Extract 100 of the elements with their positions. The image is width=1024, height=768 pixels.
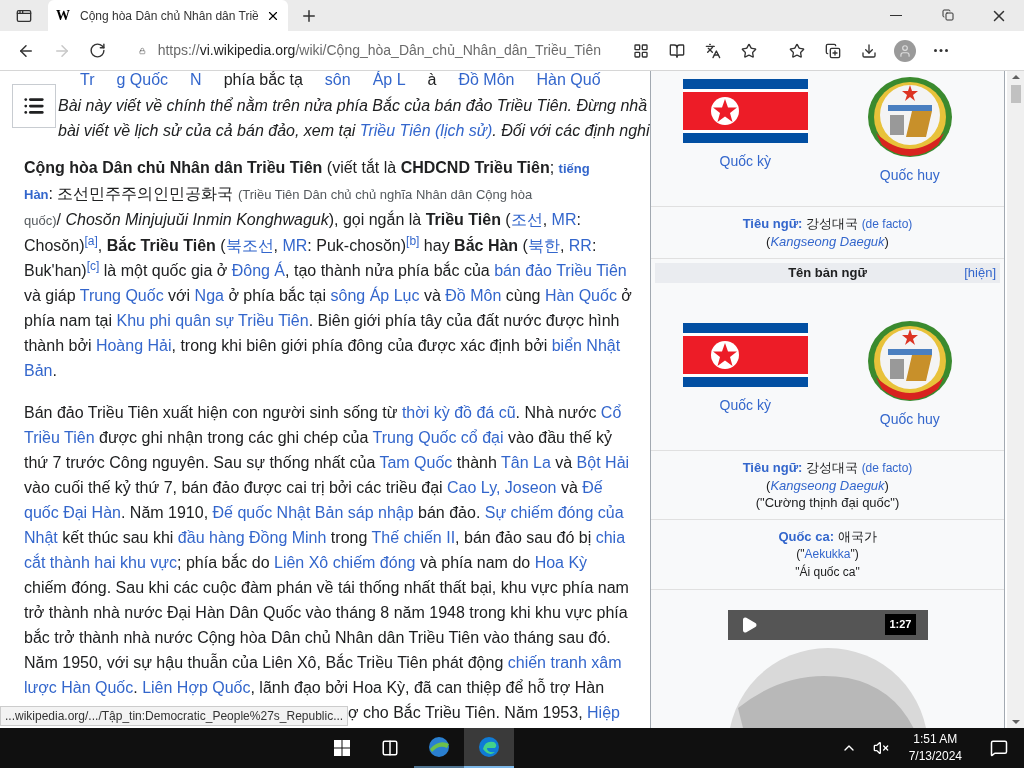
link[interactable]: Tân La	[501, 454, 551, 471]
link[interactable]: Nga	[194, 287, 224, 304]
link[interactable]: tiếng	[558, 161, 590, 176]
link[interactable]: g Quốc	[116, 71, 169, 88]
link[interactable]: Tam Quốc	[379, 454, 453, 471]
reader-icon	[669, 42, 685, 59]
collections-icon	[825, 42, 841, 59]
link[interactable]: Hàn Quốc	[544, 287, 617, 304]
windows-start-icon[interactable]	[334, 740, 351, 756]
flag-caption[interactable]: Quốc kỳ	[719, 151, 771, 172]
browser-tab[interactable]: W Cộng hòa Dân chủ Nhân dân Triề	[48, 0, 288, 31]
link[interactable]: Triều Tiên (lịch sử)	[359, 122, 493, 139]
footnote-link[interactable]: [a]	[84, 234, 98, 248]
link[interactable]: Liên Xô chiếm đóng	[274, 554, 416, 571]
link[interactable]: Cao Ly, Joseon	[447, 479, 557, 496]
paragraph: Cộng hòa Dân chủ Nhân dân Triều Tiên (viết tắt là CHDCND Triều Tiên; tiếng Hàn: 조선민주주의인민공화국 (Triều Tiên Dân chủ chủ nghĩa Nhân dân Cộng hòa quốc)/ Chosŏn Minjujuŭi Inmin Konghwaguk), gọi ngắn là Triều Tiên (조선, MR: Chosŏn)$^{[a]}$, Bắc Triều Tiên (북조선, MR: Puk-chosŏn)$^{[b]}$ hay Bắc Hàn (북한, RR: Buk'han)$^{[c]}$ là một quốc gia ở Đông Á, tạo thành nửa phía bắc của bán đảo Triều Tiên và giáp Trung Quốc với Nga ở phía bắc tại sông Áp Lục và Đồ Môn cùng Hàn Quốc ở phía nam tại Khu phi quân sự Triều Tiên. Biên giới phía tây của đất nước được hình thành bởi Hoàng Hải, trong khi biên giới phía đông của được xác định bởi biển Nhật Bản.	[24, 157, 633, 381]
link[interactable]: chiến tranh xâm	[507, 654, 622, 671]
link[interactable]: Đế quốc Nhật Bản sáp nhập	[212, 504, 414, 521]
link[interactable]: Tiêu ngữ:	[742, 216, 803, 231]
wikipedia-favicon: W	[56, 7, 71, 25]
link[interactable]: Nhật	[24, 529, 58, 546]
add-favorite-icon	[741, 42, 757, 59]
link[interactable]: Đồ Môn	[458, 71, 515, 88]
menu-icon	[23, 95, 45, 117]
footnote-link[interactable]: [c]	[86, 259, 100, 273]
link[interactable]: Liên Hợp Quốc	[142, 679, 251, 696]
link[interactable]: Kangseong Daeguk	[770, 234, 885, 249]
duration: 1:27	[885, 614, 916, 635]
read-aloud-icon	[705, 42, 721, 59]
scrollbar[interactable]	[1007, 71, 1024, 728]
profile-icon[interactable]	[894, 39, 916, 62]
footnote-link[interactable]: [b]	[406, 234, 420, 248]
scroll-thumb[interactable]	[1010, 85, 1021, 103]
link[interactable]: đầu hàng Đồng Minh	[177, 529, 327, 546]
notifications-icon	[990, 739, 1008, 757]
link[interactable]: (de facto)	[861, 217, 913, 231]
link[interactable]: Hoàng Hải	[95, 337, 172, 354]
link[interactable]: 북조선	[225, 237, 274, 254]
flag-image[interactable]	[682, 322, 808, 387]
header-title: Tên bản ngữ	[788, 264, 867, 282]
link[interactable]: Hàn Quố	[536, 71, 601, 88]
new-tab-icon	[300, 7, 318, 25]
infobox-text: Tiêu ngữ: 강성대국 (de facto) (Kangseong Daeguk) ("Cường thịnh đại quốc")	[651, 450, 1004, 520]
link[interactable]: MR	[282, 237, 308, 254]
scroll-down-icon[interactable]	[1011, 720, 1020, 724]
emblem-caption[interactable]: Quốc huy	[879, 165, 940, 186]
link[interactable]: Tiêu ngữ:	[742, 459, 803, 475]
link[interactable]: sôn	[324, 71, 351, 88]
link[interactable]: Hàn	[24, 187, 49, 202]
more-icon	[934, 49, 948, 52]
link[interactable]: Tr	[80, 71, 95, 88]
infobox-text: Quốc ca: 애국가 ("Aekukka") "Ái quốc ca"	[651, 519, 1004, 590]
link[interactable]: RR	[568, 237, 592, 254]
contents-button[interactable]	[12, 84, 56, 128]
scroll-up-icon[interactable]	[1011, 75, 1020, 79]
link[interactable]: bán đảo Triều Tiên	[494, 262, 627, 279]
link[interactable]: Hoa Kỳ	[534, 554, 588, 571]
link[interactable]: 조선	[510, 211, 543, 228]
link[interactable]: biển Nhật	[551, 337, 621, 354]
emblem-caption[interactable]: Quốc huy	[879, 408, 940, 430]
link[interactable]: Hiệp	[587, 704, 620, 721]
link[interactable]: 북한	[527, 237, 560, 254]
link[interactable]: Khu phi quân sự Triều Tiên	[116, 312, 309, 329]
link[interactable]: chia	[595, 529, 626, 546]
link[interactable]: Cổ	[600, 404, 622, 421]
link[interactable]: Quốc ca:	[778, 528, 834, 544]
text-fragment: à	[427, 71, 437, 87]
link[interactable]: Kangseong Daeguk	[770, 477, 885, 493]
clock-date[interactable]: 7/13/2024	[908, 748, 962, 765]
link[interactable]: Bột Hải	[576, 454, 630, 471]
link[interactable]: sông Áp Lục	[330, 287, 420, 304]
taskbar-app[interactable]	[464, 728, 515, 768]
apps-icon	[633, 42, 649, 59]
audio-player[interactable]: 1:27	[727, 609, 928, 640]
tab-title: Cộng hòa Dân chủ Nhân dân Triề	[80, 7, 258, 25]
refresh-icon	[89, 42, 106, 59]
link[interactable]: Đế	[582, 479, 603, 496]
status-tooltip: ...wikipedia.org/.../Tập_tin:Democratic_People%27s_Republic...	[0, 706, 349, 726]
browser-app-icon	[477, 735, 502, 759]
link[interactable]: N	[190, 71, 202, 88]
link[interactable]: Triều Tiên	[24, 429, 95, 446]
link[interactable]: Bản	[24, 362, 53, 379]
link[interactable]: Đồ Môn	[445, 287, 502, 304]
link[interactable]: Trung Quốc	[79, 287, 164, 304]
tab-actions-icon	[16, 8, 32, 24]
link[interactable]: (de facto)	[861, 460, 913, 475]
link[interactable]: Áp L	[372, 71, 406, 88]
flag-image[interactable]	[682, 79, 808, 143]
link[interactable]: Trung Quốc cổ đại	[372, 429, 504, 446]
link[interactable]: quốc Đại Hàn	[24, 504, 121, 521]
show-link[interactable]: [hiện]	[964, 263, 996, 283]
link[interactable]: thời kỳ đồ đá cũ	[401, 404, 516, 421]
link[interactable]: lược Hàn Quốc	[24, 679, 134, 696]
link[interactable]: Thế chiến II	[371, 529, 456, 546]
clock-time[interactable]: 1:51 AM	[913, 731, 958, 748]
flag-caption[interactable]: Quốc kỳ	[719, 394, 771, 416]
link[interactable]: MR	[551, 211, 577, 228]
link[interactable]: Aekukka	[804, 546, 851, 561]
minimize-icon	[890, 15, 902, 16]
link[interactable]: Sự chiếm đóng của	[484, 504, 624, 521]
